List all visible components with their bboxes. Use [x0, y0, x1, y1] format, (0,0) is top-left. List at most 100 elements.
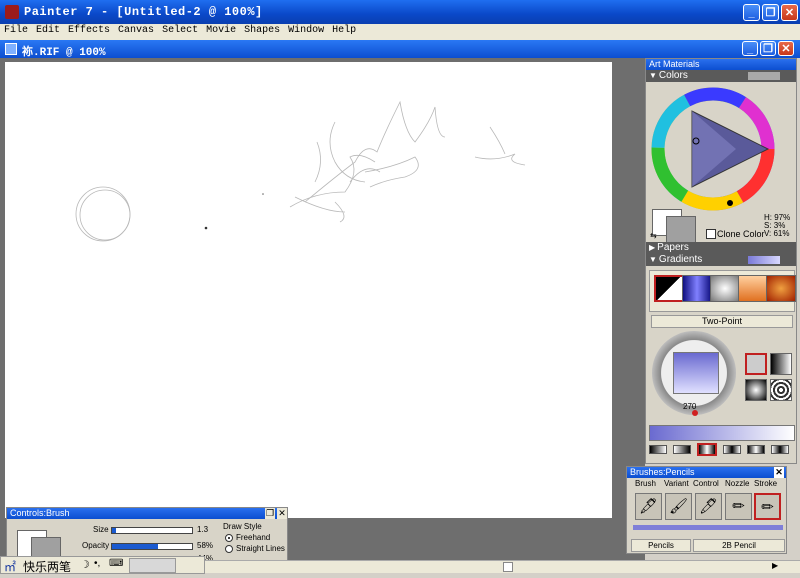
gradient-gray-swatch[interactable] — [710, 275, 740, 302]
linear-gradient-type-button[interactable] — [745, 353, 767, 375]
gradient-order-buttons — [649, 443, 795, 457]
brush-icon-2[interactable]: 🖌 — [665, 493, 692, 520]
tab-brush[interactable]: Brush — [635, 479, 656, 488]
clone-color-checkbox[interactable] — [706, 229, 716, 239]
pencil-brush-icon[interactable]: ✏ — [754, 493, 781, 520]
order-button-2[interactable] — [673, 445, 691, 454]
menu-help[interactable]: Help — [328, 24, 360, 36]
spiral-gradient-type-button[interactable] — [770, 379, 792, 401]
collapse-triangle-icon[interactable]: ▼ — [649, 71, 657, 80]
radial-gradient-type-button[interactable] — [770, 353, 792, 375]
gradient-ramp-bar[interactable] — [649, 425, 795, 441]
order-button-6[interactable] — [771, 445, 789, 454]
gradient-library — [649, 270, 796, 312]
tab-variant[interactable]: Variant — [664, 479, 689, 488]
document-title-bar: 袮.RIF @ 100% _ ❐ ✕ — [0, 40, 800, 59]
menu-edit[interactable]: Edit — [32, 24, 64, 36]
current-gradient-preview — [748, 256, 780, 264]
color-wheel[interactable] — [646, 83, 796, 213]
straight-lines-label: Straight Lines — [236, 544, 285, 553]
close-button[interactable]: ✕ — [781, 4, 798, 21]
window-title: Painter 7 - [Untitled-2 @ 100%] — [24, 5, 263, 19]
menu-canvas[interactable]: Canvas — [114, 24, 158, 36]
brush-icon-1[interactable]: 🖋 — [635, 493, 662, 520]
freehand-radio[interactable] — [225, 533, 233, 542]
menu-window[interactable]: Window — [284, 24, 328, 36]
colors-section-header[interactable]: ▼ Colors — [646, 70, 796, 82]
menu-shapes[interactable]: Shapes — [240, 24, 284, 36]
menu-select[interactable]: Select — [158, 24, 202, 36]
sketch-drawing — [75, 100, 526, 242]
ime-mode-text[interactable]: 快乐两笔 — [23, 558, 71, 575]
straight-lines-radio[interactable] — [225, 544, 233, 553]
scroll-right-icon[interactable]: ▶ — [772, 561, 778, 570]
straight-lines-option[interactable]: Straight Lines — [225, 544, 285, 553]
brushes-title: Brushes:Pencils ✕ — [627, 467, 786, 478]
menu-bar: File Edit Effects Canvas Select Movie Shapes Wi… — [0, 24, 800, 40]
ime-moon-icon[interactable]: ☽ — [80, 558, 90, 571]
brushes-tab-row: Brush Variant Control Nozzle Stroke — [627, 479, 786, 489]
ime-logo-icon[interactable]: ㎡ — [4, 558, 16, 575]
order-button-1[interactable] — [649, 445, 667, 454]
opacity-value: 58% — [197, 541, 214, 550]
minimize-button[interactable]: _ — [743, 4, 760, 21]
papers-label: Papers — [657, 242, 689, 253]
gradient-preview — [673, 352, 719, 394]
ime-keyboard-icon[interactable]: ⌨ — [109, 558, 123, 569]
scroll-thumb[interactable] — [503, 562, 513, 572]
controls-restore-icon[interactable]: ❐ — [265, 508, 275, 519]
doc-minimize-button[interactable]: _ — [742, 41, 758, 56]
angle-handle-icon[interactable] — [692, 410, 698, 416]
opacity-slider[interactable] — [111, 543, 193, 550]
ime-input-box[interactable] — [129, 558, 176, 573]
gradient-spiral-swatch[interactable] — [766, 275, 796, 302]
brush-variant-field[interactable]: 2B Pencil — [693, 539, 785, 552]
secondary-color-swatch[interactable] — [666, 216, 696, 243]
controls-close-icon[interactable]: ✕ — [277, 508, 287, 519]
doc-close-button[interactable]: ✕ — [778, 41, 794, 56]
gradient-type-field[interactable]: Two-Point — [651, 315, 793, 328]
expand-triangle-icon[interactable]: ▶ — [649, 243, 655, 252]
brush-icon-4[interactable]: ✏ — [725, 493, 752, 520]
papers-section-header[interactable]: ▶ Papers — [646, 242, 796, 254]
brushes-title-text: Brushes:Pencils — [630, 467, 695, 477]
tab-control[interactable]: Control — [693, 479, 719, 488]
gradient-bw-swatch[interactable] — [654, 275, 684, 302]
order-button-5[interactable] — [747, 445, 765, 454]
brush-category-field[interactable]: Pencils — [631, 539, 691, 552]
gradient-blue-swatch[interactable] — [682, 275, 712, 302]
tab-nozzle[interactable]: Nozzle — [725, 479, 749, 488]
opacity-slider-fill — [112, 544, 159, 549]
circular-gradient-type-button[interactable] — [745, 379, 767, 401]
menu-effects[interactable]: Effects — [64, 24, 114, 36]
value-readout: V: 61% — [764, 229, 790, 238]
controls-title: Controls:Brush — [10, 508, 70, 518]
brushes-close-icon[interactable]: ✕ — [774, 467, 784, 478]
brushes-palette: Brushes:Pencils ✕ Brush Variant Control … — [626, 466, 787, 554]
collapse-triangle-icon[interactable]: ▼ — [649, 255, 657, 264]
gradient-orange-swatch[interactable] — [738, 275, 768, 302]
gradients-section-header[interactable]: ▼ Gradients — [646, 254, 796, 266]
controls-title-bar: Controls:Brush ❐ ✕ — [7, 508, 287, 519]
size-slider[interactable] — [111, 527, 193, 534]
restore-button[interactable]: ❐ — [762, 4, 779, 21]
order-button-4[interactable] — [723, 445, 741, 454]
size-value: 1.3 — [197, 525, 209, 534]
tab-stroke[interactable]: Stroke — [754, 479, 777, 488]
document-icon[interactable] — [5, 43, 17, 55]
current-color-preview — [748, 72, 780, 80]
brush-icon-3[interactable]: 🖊 — [695, 493, 722, 520]
colors-label: Colors — [658, 70, 688, 81]
painter-app-icon[interactable] — [5, 5, 19, 19]
menu-movie[interactable]: Movie — [202, 24, 240, 36]
app-title-bar: Painter 7 - [Untitled-2 @ 100%] _ ❐ ✕ — [0, 0, 800, 24]
doc-restore-button[interactable]: ❐ — [760, 41, 776, 56]
freehand-label: Freehand — [236, 533, 271, 542]
ime-punctuation-icon[interactable]: •, — [94, 558, 100, 569]
menu-file[interactable]: File — [0, 24, 32, 36]
freehand-option[interactable]: Freehand — [225, 533, 270, 542]
order-button-3[interactable] — [697, 443, 717, 456]
drawing-canvas[interactable] — [5, 62, 612, 518]
swap-colors-icon[interactable]: ⇆ — [650, 231, 657, 240]
brush-library-divider — [633, 525, 783, 530]
